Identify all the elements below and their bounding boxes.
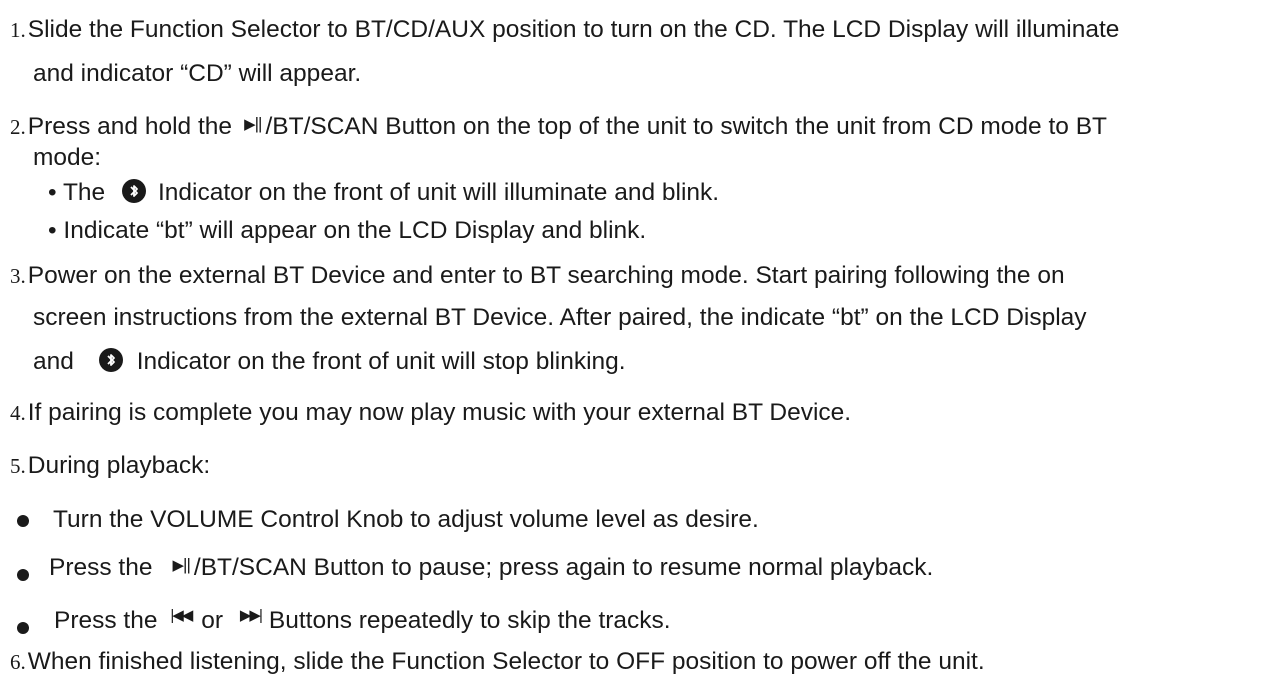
bullet-dot-icon: [17, 514, 29, 527]
step-2-sub-1-post: Indicator on the front of unit will illu…: [157, 179, 720, 206]
previous-track-icon: |◀◀: [170, 607, 193, 625]
step-2-line-2: mode:: [33, 144, 102, 171]
step-2-number: 2.: [10, 115, 26, 139]
step-2-sub-1-pre: • The: [48, 179, 106, 206]
bluetooth-icon: [98, 347, 123, 372]
bullet-item-pause: Press the ▶||/BT/SCAN Button to pause; pr…: [17, 554, 934, 581]
step-5-text: During playback:: [27, 452, 211, 479]
step-2-text-post: /BT/SCAN Button on the top of the unit t…: [265, 113, 1108, 140]
step-3-number: 3.: [10, 264, 26, 288]
step-1-line-2: and indicator “CD” will appear.: [33, 60, 362, 87]
step-4: 4.If pairing is complete you may now pla…: [10, 399, 852, 426]
bullet-item-volume: Turn the VOLUME Control Knob to adjust v…: [17, 506, 759, 533]
step-1-line-1: 1.Slide the Function Selector to BT/CD/A…: [10, 16, 1120, 43]
step-6-number: 6.: [10, 650, 26, 674]
step-4-text: If pairing is complete you may now play …: [27, 399, 852, 426]
play-pause-icon: ▶||: [244, 114, 262, 134]
bullet-item-post: Buttons repeatedly to skip the tracks.: [268, 607, 671, 634]
step-6-text: When finished listening, slide the Funct…: [27, 648, 985, 675]
step-2-sub-2: • Indicate “bt” will appear on the LCD D…: [48, 217, 647, 244]
bullet-item-post: /BT/SCAN Button to pause; press again to…: [193, 554, 934, 581]
step-3-line-2: screen instructions from the external BT…: [33, 304, 1087, 331]
step-1-text: Slide the Function Selector to BT/CD/AUX…: [27, 16, 1120, 43]
bullet-item-mid: or: [201, 607, 224, 634]
step-3-text: Power on the external BT Device and ente…: [27, 262, 1065, 289]
bullet-dot-icon: [17, 568, 29, 581]
bullet-item-skip: Press the |◀◀ or ▶▶| Buttons repeatedly to…: [17, 607, 671, 634]
step-5: 5.During playback:: [10, 452, 211, 479]
step-3-line-3-pre: and: [33, 348, 74, 375]
bullet-dot-icon: [17, 621, 29, 634]
bullet-item-text: Turn the VOLUME Control Knob to adjust v…: [53, 506, 759, 533]
step-3-line-1: 3.Power on the external BT Device and en…: [10, 262, 1065, 289]
bluetooth-icon: [121, 178, 146, 203]
bullet-item-pre: Press the: [49, 554, 153, 581]
bullet-item-pre: Press the: [54, 607, 158, 634]
step-6: 6.When finished listening, slide the Fun…: [10, 648, 985, 675]
step-2-line-1: 2.Press and hold the ▶||/BT/SCAN Button o…: [10, 113, 1108, 140]
step-2-text-pre: Press and hold the: [27, 113, 233, 140]
step-3-line-3-post: Indicator on the front of unit will stop…: [136, 348, 626, 375]
step-2-sub-1: • The Indicator on the front of unit wil…: [48, 178, 720, 206]
step-5-number: 5.: [10, 454, 26, 478]
step-4-number: 4.: [10, 401, 26, 425]
play-pause-icon: ▶||: [172, 555, 191, 575]
next-track-icon: ▶▶|: [239, 607, 263, 625]
step-3-line-3: and Indicator on the front of unit will …: [33, 347, 626, 375]
step-1-number: 1.: [10, 18, 26, 42]
